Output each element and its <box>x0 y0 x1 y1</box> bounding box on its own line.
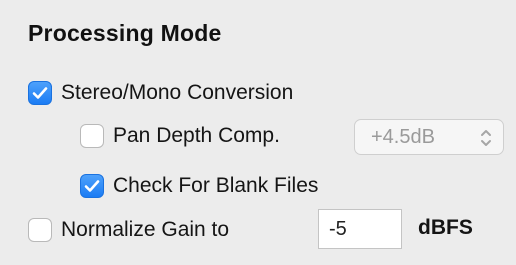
stereo-mono-label: Stereo/Mono Conversion <box>61 81 294 104</box>
stereo-mono-option[interactable]: Stereo/Mono Conversion <box>28 76 293 110</box>
normalize-gain-unit: dBFS <box>418 216 473 239</box>
processing-mode-panel: Processing Mode Stereo/Mono Conversion P… <box>0 0 516 265</box>
normalize-gain-label: Normalize Gain to <box>61 218 230 241</box>
stereo-mono-checkbox[interactable] <box>28 81 52 105</box>
normalize-gain-checkbox[interactable] <box>28 218 52 242</box>
checkmark-icon <box>84 180 100 192</box>
blank-files-option[interactable]: Check For Blank Files <box>80 169 318 203</box>
pan-depth-checkbox[interactable] <box>80 124 104 148</box>
pan-depth-label: Pan Depth Comp. <box>113 124 280 147</box>
normalize-gain-input[interactable] <box>318 209 402 249</box>
blank-files-checkbox[interactable] <box>80 174 104 198</box>
pan-depth-option[interactable]: Pan Depth Comp. <box>80 119 280 153</box>
section-title: Processing Mode <box>28 20 222 46</box>
blank-files-label: Check For Blank Files <box>113 174 319 197</box>
up-down-chevron-icon <box>479 127 493 155</box>
normalize-gain-option[interactable]: Normalize Gain to <box>28 213 229 247</box>
pan-depth-select[interactable]: +4.5dB <box>354 119 504 155</box>
pan-depth-select-value: +4.5dB <box>371 125 435 148</box>
checkmark-icon <box>32 87 48 99</box>
